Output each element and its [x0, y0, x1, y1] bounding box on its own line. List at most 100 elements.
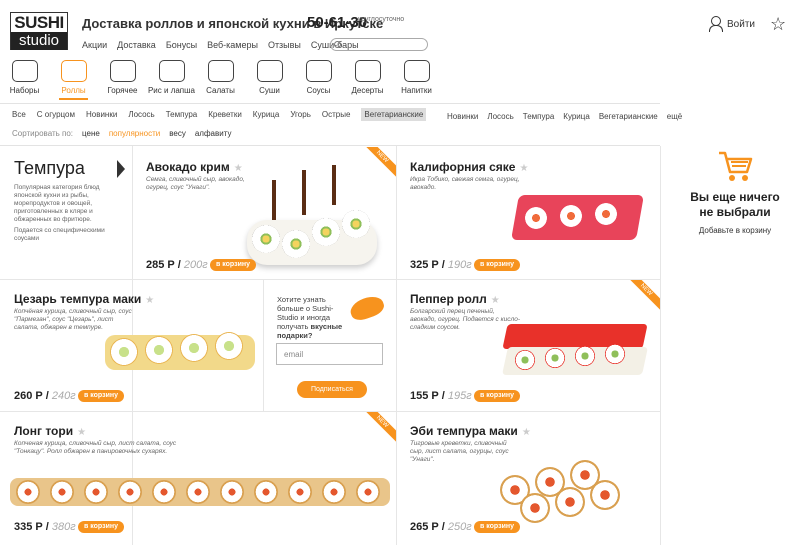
divider	[0, 103, 660, 104]
category-sauces[interactable]: Соусы	[294, 60, 343, 95]
grid-divider	[263, 279, 264, 411]
product-name[interactable]: Авокадо крим ★	[146, 160, 243, 174]
sort-bar: Сортировать по: цене популярности весу а…	[12, 129, 240, 138]
grid-divider	[0, 411, 660, 412]
section-description: Популярная категория блюд японской кухни…	[14, 184, 100, 223]
section-note: Подается со специфическими соусами	[14, 227, 105, 242]
filter-all[interactable]: Все	[12, 110, 26, 121]
sort-by-alphabet[interactable]: алфавиту	[195, 129, 232, 138]
filter-tempura-2[interactable]: Темпура	[523, 112, 555, 121]
filter-new[interactable]: Новинки	[86, 110, 117, 121]
category-desserts[interactable]: Десерты	[343, 60, 392, 95]
rolls-icon	[60, 60, 87, 82]
subscribe-button[interactable]: Подписаться	[297, 381, 367, 398]
search-input[interactable]	[330, 38, 428, 51]
cart-empty-hint: Добавьте в корзину	[698, 226, 772, 235]
add-to-cart-button[interactable]: в корзину	[474, 259, 521, 271]
filter-chicken[interactable]: Курица	[253, 110, 280, 121]
filter-new-2[interactable]: Новинки	[447, 112, 478, 121]
sort-by-popularity[interactable]: популярности	[109, 129, 160, 138]
grid-divider	[0, 279, 660, 280]
logo[interactable]: SUSHI studio	[10, 12, 68, 50]
top-nav: Акции Доставка Бонусы Веб-камеры Отзывы …	[82, 40, 359, 50]
product-image[interactable]	[510, 185, 650, 250]
category-hot[interactable]: Горячее	[98, 60, 147, 95]
product-name[interactable]: Лонг тори ★	[14, 424, 86, 438]
product-price: 155 Р / 195г	[410, 390, 472, 402]
product-price: 260 Р / 240г	[14, 390, 76, 402]
favorites-star-icon[interactable]: ☆	[770, 14, 786, 35]
category-label: Горячее	[107, 86, 138, 95]
category-label: Салаты	[206, 86, 235, 95]
category-drinks[interactable]: Напитки	[392, 60, 441, 95]
category-label: Суши	[259, 86, 280, 95]
category-label: Напитки	[401, 86, 432, 95]
login-button[interactable]: Войти	[708, 16, 755, 32]
nav-link-bonuses[interactable]: Бонусы	[166, 40, 197, 50]
filter-vegetarian[interactable]: Вегетарианские	[361, 108, 427, 121]
star-icon[interactable]: ★	[519, 163, 528, 174]
product-price: 265 Р / 250г	[410, 521, 472, 533]
product-image[interactable]	[100, 320, 260, 375]
filter-more[interactable]: ещё	[667, 112, 682, 121]
product-name[interactable]: Калифорния сяке ★	[410, 160, 528, 174]
add-to-cart-button[interactable]: в корзину	[474, 521, 521, 533]
teapot-icon	[403, 60, 430, 82]
sort-by-price[interactable]: цене	[82, 129, 100, 138]
category-label: Десерты	[351, 86, 384, 95]
section-title: Темпура	[14, 158, 85, 178]
filter-tags: Все С огурцом Новинки Лосось Темпура Кре…	[12, 108, 437, 121]
category-salads[interactable]: Салаты	[196, 60, 245, 95]
sort-label: Сортировать по:	[12, 129, 74, 138]
category-label: Соусы	[306, 86, 331, 95]
filter-salmon[interactable]: Лосось	[128, 110, 154, 121]
sushi-icon	[347, 292, 387, 324]
category-sets[interactable]: Наборы	[0, 60, 49, 95]
filter-shrimp[interactable]: Креветки	[208, 110, 242, 121]
filter-chicken-2[interactable]: Курица	[563, 112, 590, 121]
add-to-cart-button[interactable]: в корзину	[474, 390, 521, 402]
add-to-cart-button[interactable]: в корзину	[78, 390, 125, 402]
filter-cucumber[interactable]: С огурцом	[37, 110, 75, 121]
sort-by-weight[interactable]: весу	[169, 129, 186, 138]
category-rice-noodles[interactable]: Рис и лапша	[147, 60, 196, 95]
product-image[interactable]	[10, 474, 390, 508]
new-badge: NEW	[362, 412, 396, 446]
add-to-cart-button[interactable]: в корзину	[78, 521, 125, 533]
filter-eel[interactable]: Угорь	[290, 110, 311, 121]
product-image[interactable]	[495, 455, 645, 525]
nav-link-reviews[interactable]: Отзывы	[268, 40, 301, 50]
filter-spicy[interactable]: Острые	[322, 110, 351, 121]
star-icon[interactable]: ★	[491, 295, 500, 306]
login-label: Войти	[727, 18, 755, 30]
arrow-right-icon[interactable]	[117, 160, 125, 178]
nav-link-promos[interactable]: Акции	[82, 40, 107, 50]
email-field[interactable]: email	[276, 343, 383, 365]
category-label: Роллы	[61, 86, 86, 95]
nav-link-delivery[interactable]: Доставка	[117, 40, 156, 50]
product-description: Икра Тобико, свежая семга, огурец, авока…	[410, 176, 520, 191]
category-label: Наборы	[9, 86, 40, 95]
add-to-cart-button[interactable]: в корзину	[210, 259, 257, 271]
grid-divider	[396, 146, 397, 545]
product-name[interactable]: Эби темпура маки ★	[410, 424, 531, 438]
product-image[interactable]	[242, 160, 382, 270]
filter-tempura[interactable]: Темпура	[166, 110, 198, 121]
filter-salmon-2[interactable]: Лосось	[487, 112, 513, 121]
star-icon[interactable]: ★	[77, 427, 86, 438]
category-rolls[interactable]: Роллы	[49, 60, 98, 100]
nav-link-webcams[interactable]: Веб-камеры	[207, 40, 258, 50]
search-icon	[334, 41, 341, 48]
hot-dish-icon	[109, 60, 136, 82]
product-name[interactable]: Пеппер ролл ★	[410, 292, 500, 306]
category-sushi[interactable]: Суши	[245, 60, 294, 95]
product-description: Копченая курица, сливочный сыр, лист сал…	[14, 440, 177, 455]
filter-vegetarian-2[interactable]: Вегетарианские	[599, 112, 658, 121]
star-icon[interactable]: ★	[145, 295, 154, 306]
filter-tags-extra: Новинки Лосось Темпура Курица Вегетариан…	[447, 112, 691, 121]
star-icon[interactable]: ★	[522, 427, 531, 438]
product-image[interactable]	[500, 312, 650, 380]
cart-icon	[717, 150, 753, 184]
dessert-icon	[354, 60, 381, 82]
product-name[interactable]: Цезарь темпура маки ★	[14, 292, 154, 306]
